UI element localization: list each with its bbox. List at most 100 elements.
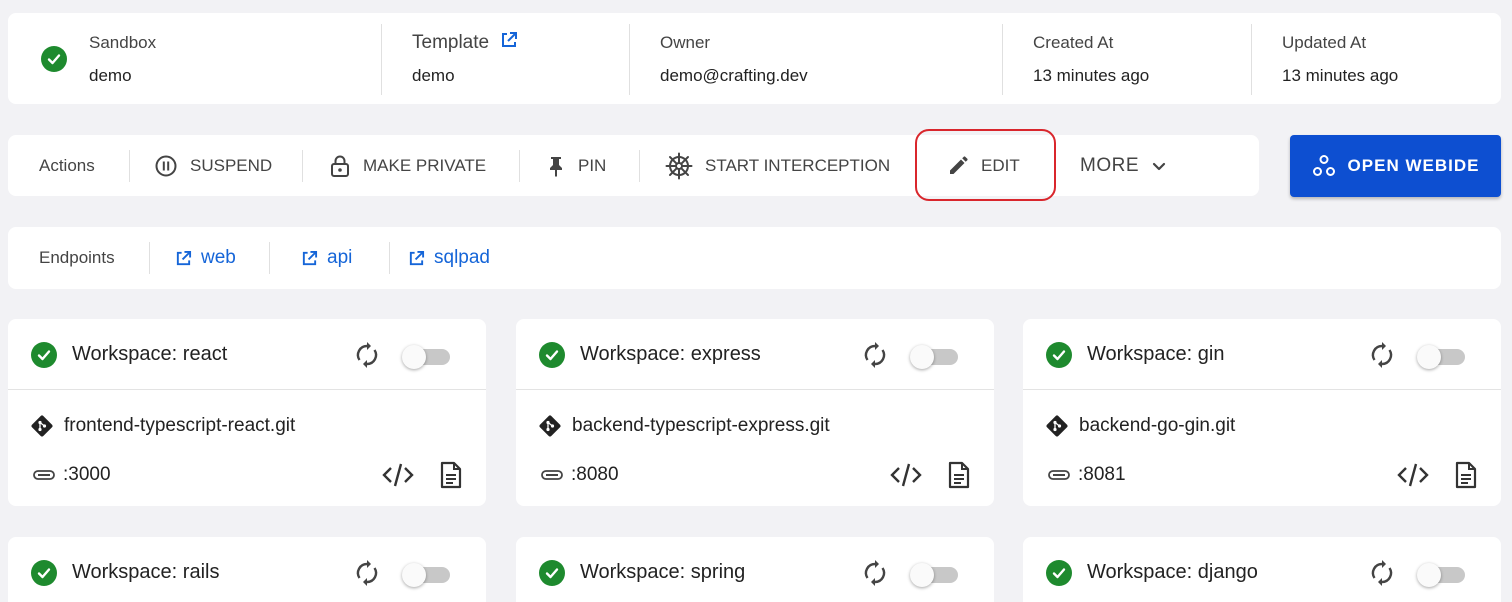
sync-icon[interactable] xyxy=(862,559,888,592)
sync-icon[interactable] xyxy=(1369,559,1395,592)
check-circle-icon xyxy=(1046,342,1072,368)
pin-icon xyxy=(546,154,566,178)
workspace-header: Workspace: django xyxy=(1023,537,1501,602)
external-link-icon xyxy=(301,250,318,267)
sandbox-label: Sandbox xyxy=(89,33,157,52)
check-circle-icon xyxy=(539,560,565,586)
owner-email: demo@crafting.dev xyxy=(660,66,808,85)
check-circle-icon xyxy=(31,342,57,368)
divider xyxy=(389,242,390,274)
workspace-toggle[interactable] xyxy=(910,344,958,369)
repo-row: backend-typescript-express.git xyxy=(538,413,830,439)
port-icon xyxy=(1048,469,1070,481)
template-label: Template xyxy=(412,32,490,54)
workspace-card-gin: Workspace: gin backend-go-gin.git :8081 xyxy=(1023,319,1501,506)
document-icon[interactable] xyxy=(948,461,970,494)
endpoint-label: api xyxy=(327,247,353,268)
suspend-label: SUSPEND xyxy=(190,155,273,175)
more-dropdown[interactable]: MORE xyxy=(1080,135,1167,196)
pause-circle-icon xyxy=(154,154,178,178)
workspace-toggle[interactable] xyxy=(910,562,958,587)
workspace-header: Workspace: react xyxy=(8,319,486,390)
template-link[interactable]: Template xyxy=(412,31,518,55)
sync-icon[interactable] xyxy=(862,341,888,374)
endpoint-link-api[interactable]: api xyxy=(301,227,352,289)
open-webide-label: OPEN WEBIDE xyxy=(1347,156,1480,175)
port-row: :3000 xyxy=(33,462,111,488)
external-link-icon[interactable] xyxy=(500,31,518,55)
actions-bar: Actions SUSPEND MAKE PRIVATE PIN START I… xyxy=(8,135,1259,196)
more-label: MORE xyxy=(1080,154,1139,176)
workspace-title: Workspace: gin xyxy=(1087,343,1225,365)
created-at-label: Created At xyxy=(1033,33,1114,52)
divider xyxy=(629,24,630,95)
port-number: :3000 xyxy=(63,464,111,485)
chevron-down-icon xyxy=(1151,158,1167,174)
created-at-value: 13 minutes ago xyxy=(1033,66,1150,85)
code-icon[interactable] xyxy=(890,461,922,494)
workspace-toggle[interactable] xyxy=(402,562,450,587)
check-circle-icon xyxy=(31,560,57,586)
endpoint-link-sqlpad[interactable]: sqlpad xyxy=(408,227,490,289)
port-number: :8081 xyxy=(1078,464,1126,485)
port-row: :8081 xyxy=(1048,462,1126,488)
workspace-header: Workspace: express xyxy=(516,319,994,390)
check-circle-icon xyxy=(41,46,67,72)
lock-icon xyxy=(329,154,351,178)
sync-icon[interactable] xyxy=(354,559,380,592)
workspace-title: Workspace: express xyxy=(580,343,761,365)
suspend-button[interactable]: SUSPEND xyxy=(154,135,272,196)
divider xyxy=(302,150,303,182)
document-icon[interactable] xyxy=(1455,461,1477,494)
workspace-title: Workspace: spring xyxy=(580,561,746,583)
start-interception-button[interactable]: START INTERCEPTION xyxy=(665,135,890,196)
workspace-title: Workspace: django xyxy=(1087,561,1258,583)
check-circle-icon xyxy=(539,342,565,368)
workspace-toggle[interactable] xyxy=(402,344,450,369)
open-webide-button[interactable]: OPEN WEBIDE xyxy=(1290,135,1501,197)
sandbox-info-bar: Sandbox demo Template demo Owner demo@cr… xyxy=(8,13,1501,104)
repo-name: backend-go-gin.git xyxy=(1079,415,1236,436)
helm-wheel-icon xyxy=(665,152,693,180)
git-icon xyxy=(1045,414,1069,438)
repo-name: frontend-typescript-react.git xyxy=(64,415,296,436)
divider xyxy=(1002,24,1003,95)
endpoint-label: sqlpad xyxy=(434,247,490,268)
endpoints-bar: Endpoints web api sqlpad xyxy=(8,227,1501,289)
pin-button[interactable]: PIN xyxy=(546,135,606,196)
workspace-header: Workspace: spring xyxy=(516,537,994,602)
workspace-header: Workspace: gin xyxy=(1023,319,1501,390)
make-private-button[interactable]: MAKE PRIVATE xyxy=(329,135,486,196)
edit-label: EDIT xyxy=(981,155,1020,175)
repo-row: frontend-typescript-react.git xyxy=(30,413,295,439)
sync-icon[interactable] xyxy=(1369,341,1395,374)
sandbox-name: demo xyxy=(89,66,132,85)
sync-icon[interactable] xyxy=(354,341,380,374)
workspace-card-react: Workspace: react frontend-typescript-rea… xyxy=(8,319,486,506)
pin-label: PIN xyxy=(578,155,607,175)
workspace-title: Workspace: react xyxy=(72,343,228,365)
webide-icon xyxy=(1312,154,1336,178)
divider xyxy=(639,150,640,182)
divider xyxy=(519,150,520,182)
port-number: :8080 xyxy=(571,464,619,485)
workspace-header: Workspace: rails xyxy=(8,537,486,602)
code-icon[interactable] xyxy=(382,461,414,494)
external-link-icon xyxy=(175,250,192,267)
workspace-toggle[interactable] xyxy=(1417,562,1465,587)
endpoint-link-web[interactable]: web xyxy=(175,227,236,289)
divider xyxy=(269,242,270,274)
workspace-title: Workspace: rails xyxy=(72,561,220,583)
make-private-label: MAKE PRIVATE xyxy=(363,155,487,175)
document-icon[interactable] xyxy=(440,461,462,494)
pencil-icon xyxy=(947,155,969,177)
external-link-icon xyxy=(408,250,425,267)
endpoints-label: Endpoints xyxy=(39,248,115,267)
actions-label: Actions xyxy=(39,155,95,175)
edit-button[interactable]: EDIT xyxy=(947,135,1020,196)
divider xyxy=(1251,24,1252,95)
start-interception-label: START INTERCEPTION xyxy=(705,155,891,175)
port-icon xyxy=(541,469,563,481)
code-icon[interactable] xyxy=(1397,461,1429,494)
workspace-toggle[interactable] xyxy=(1417,344,1465,369)
